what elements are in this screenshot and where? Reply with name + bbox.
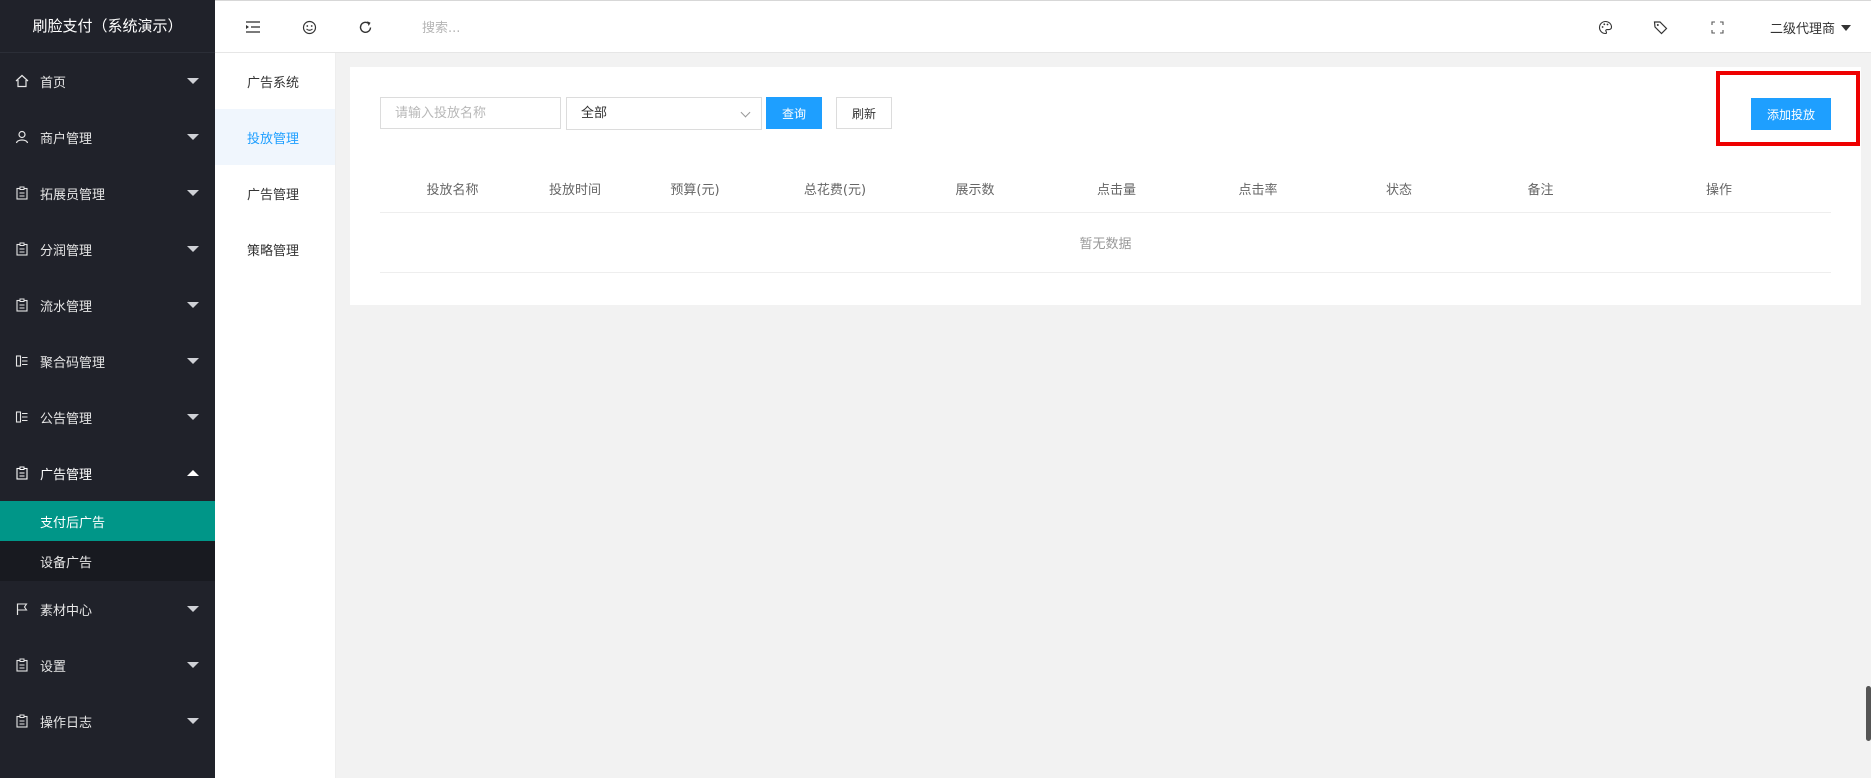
column-header: 投放时间 (548, 183, 601, 198)
sidebar-item-label: 分润管理 (40, 243, 93, 259)
list-icon (14, 353, 30, 369)
scrollbar-thumb[interactable] (1866, 686, 1871, 741)
flag-icon (14, 601, 30, 617)
subnav-ad-management[interactable]: 广告管理 (215, 165, 335, 221)
chevron-down-icon (187, 718, 199, 724)
chevron-up-icon (187, 470, 199, 476)
column-header: 总花费(元) (803, 183, 867, 198)
sidebar-item-merchants[interactable]: 商户管理 (0, 109, 215, 165)
column-header: 点击量 (1096, 183, 1136, 198)
chevron-down-icon (187, 134, 199, 140)
sidebar-item-label: 公告管理 (40, 411, 93, 427)
placements-table: 投放名称 投放时间 预算(元) 总花费(元) 展示数 点击量 点击率 状态 备注… (380, 165, 1831, 273)
sidebar-item-label: 拓展员管理 (40, 187, 106, 203)
status-select[interactable]: 全部 (566, 97, 762, 130)
sidebar-item-label: 首页 (40, 75, 67, 91)
empty-state: 暂无数据 (380, 213, 1831, 273)
ads-submenu: 支付后广告 设备广告 (0, 501, 215, 581)
clipboard-icon (14, 297, 30, 313)
column-header: 投放名称 (426, 183, 479, 198)
placement-name-input[interactable] (380, 97, 561, 129)
subnav-ad-system[interactable]: 广告系统 (215, 53, 335, 109)
palette-icon[interactable] (1595, 17, 1615, 37)
chevron-down-icon (187, 662, 199, 668)
sidebar-item-label: 素材中心 (40, 603, 93, 619)
chevron-down-icon (187, 302, 199, 308)
clipboard-icon (14, 185, 30, 201)
status-select-value: 全部 (581, 106, 608, 121)
sidebar: 刷脸支付（系统演示） 首页 商户管理 拓展员管理 分润管理 流水管理 聚合码管理… (0, 0, 215, 778)
fullscreen-icon[interactable] (1707, 17, 1727, 37)
chevron-down-icon (187, 246, 199, 252)
sidebar-item-label: 商户管理 (40, 131, 93, 147)
secondary-nav: 广告系统 投放管理 广告管理 策略管理 (215, 53, 336, 778)
sidebar-item-label: 设置 (40, 659, 67, 675)
sidebar-item-operation-log[interactable]: 操作日志 (0, 693, 215, 749)
refresh-icon[interactable] (355, 17, 375, 37)
user-name: 二级代理商 (1769, 22, 1835, 37)
chevron-down-icon (187, 358, 199, 364)
table-header: 投放名称 投放时间 预算(元) 总花费(元) 展示数 点击量 点击率 状态 备注… (380, 165, 1831, 213)
refresh-button[interactable]: 刷新 (836, 97, 892, 129)
list-icon (14, 409, 30, 425)
sidebar-item-promoters[interactable]: 拓展员管理 (0, 165, 215, 221)
user-icon (14, 129, 30, 145)
chevron-down-icon (187, 606, 199, 612)
brand-title: 刷脸支付（系统演示） (0, 0, 215, 53)
chevron-down-icon (187, 190, 199, 196)
sidebar-item-label: 广告管理 (40, 467, 93, 483)
main-card: 全部 查询 刷新 添加投放 投放名称 投放时间 预算(元) 总花费(元) 展示数… (350, 67, 1861, 305)
subnav-placement-management[interactable]: 投放管理 (215, 109, 335, 165)
clipboard-icon (14, 241, 30, 257)
tag-icon[interactable] (1650, 17, 1670, 37)
chevron-down-icon (187, 78, 199, 84)
search-input[interactable] (422, 17, 622, 39)
clipboard-icon (14, 657, 30, 673)
sidebar-subitem-device-ads[interactable]: 设备广告 (0, 541, 215, 581)
column-header: 展示数 (955, 183, 995, 198)
sidebar-item-home[interactable]: 首页 (0, 53, 215, 109)
sidebar-item-settings[interactable]: 设置 (0, 637, 215, 693)
top-header: 二级代理商 (215, 0, 1871, 53)
column-header: 操作 (1705, 183, 1732, 198)
emoji-icon[interactable] (299, 17, 319, 37)
subnav-strategy-management[interactable]: 策略管理 (215, 221, 335, 277)
clipboard-icon (14, 713, 30, 729)
clipboard-icon (14, 465, 30, 481)
sidebar-item-profit-sharing[interactable]: 分润管理 (0, 221, 215, 277)
sidebar-item-materials[interactable]: 素材中心 (0, 581, 215, 637)
sidebar-item-announcements[interactable]: 公告管理 (0, 389, 215, 445)
highlight-box (1716, 71, 1860, 146)
chevron-down-icon (187, 414, 199, 420)
sidebar-item-label: 流水管理 (40, 299, 93, 315)
column-header: 状态 (1385, 183, 1412, 198)
sidebar-item-label: 操作日志 (40, 715, 93, 731)
column-header: 备注 (1527, 183, 1554, 198)
user-menu[interactable]: 二级代理商 (1770, 18, 1851, 37)
menu-collapse-icon[interactable] (243, 17, 263, 37)
column-header: 点击率 (1238, 183, 1278, 198)
chevron-down-icon (740, 107, 751, 118)
sidebar-subitem-post-payment-ads[interactable]: 支付后广告 (0, 501, 215, 541)
query-button[interactable]: 查询 (766, 97, 822, 129)
home-icon (14, 73, 30, 89)
sidebar-item-aggregate-code[interactable]: 聚合码管理 (0, 333, 215, 389)
chevron-down-icon (1841, 24, 1851, 31)
sidebar-item-transactions[interactable]: 流水管理 (0, 277, 215, 333)
column-header: 预算(元) (670, 183, 720, 198)
sidebar-item-label: 聚合码管理 (40, 355, 106, 371)
sidebar-item-ads[interactable]: 广告管理 (0, 445, 215, 501)
